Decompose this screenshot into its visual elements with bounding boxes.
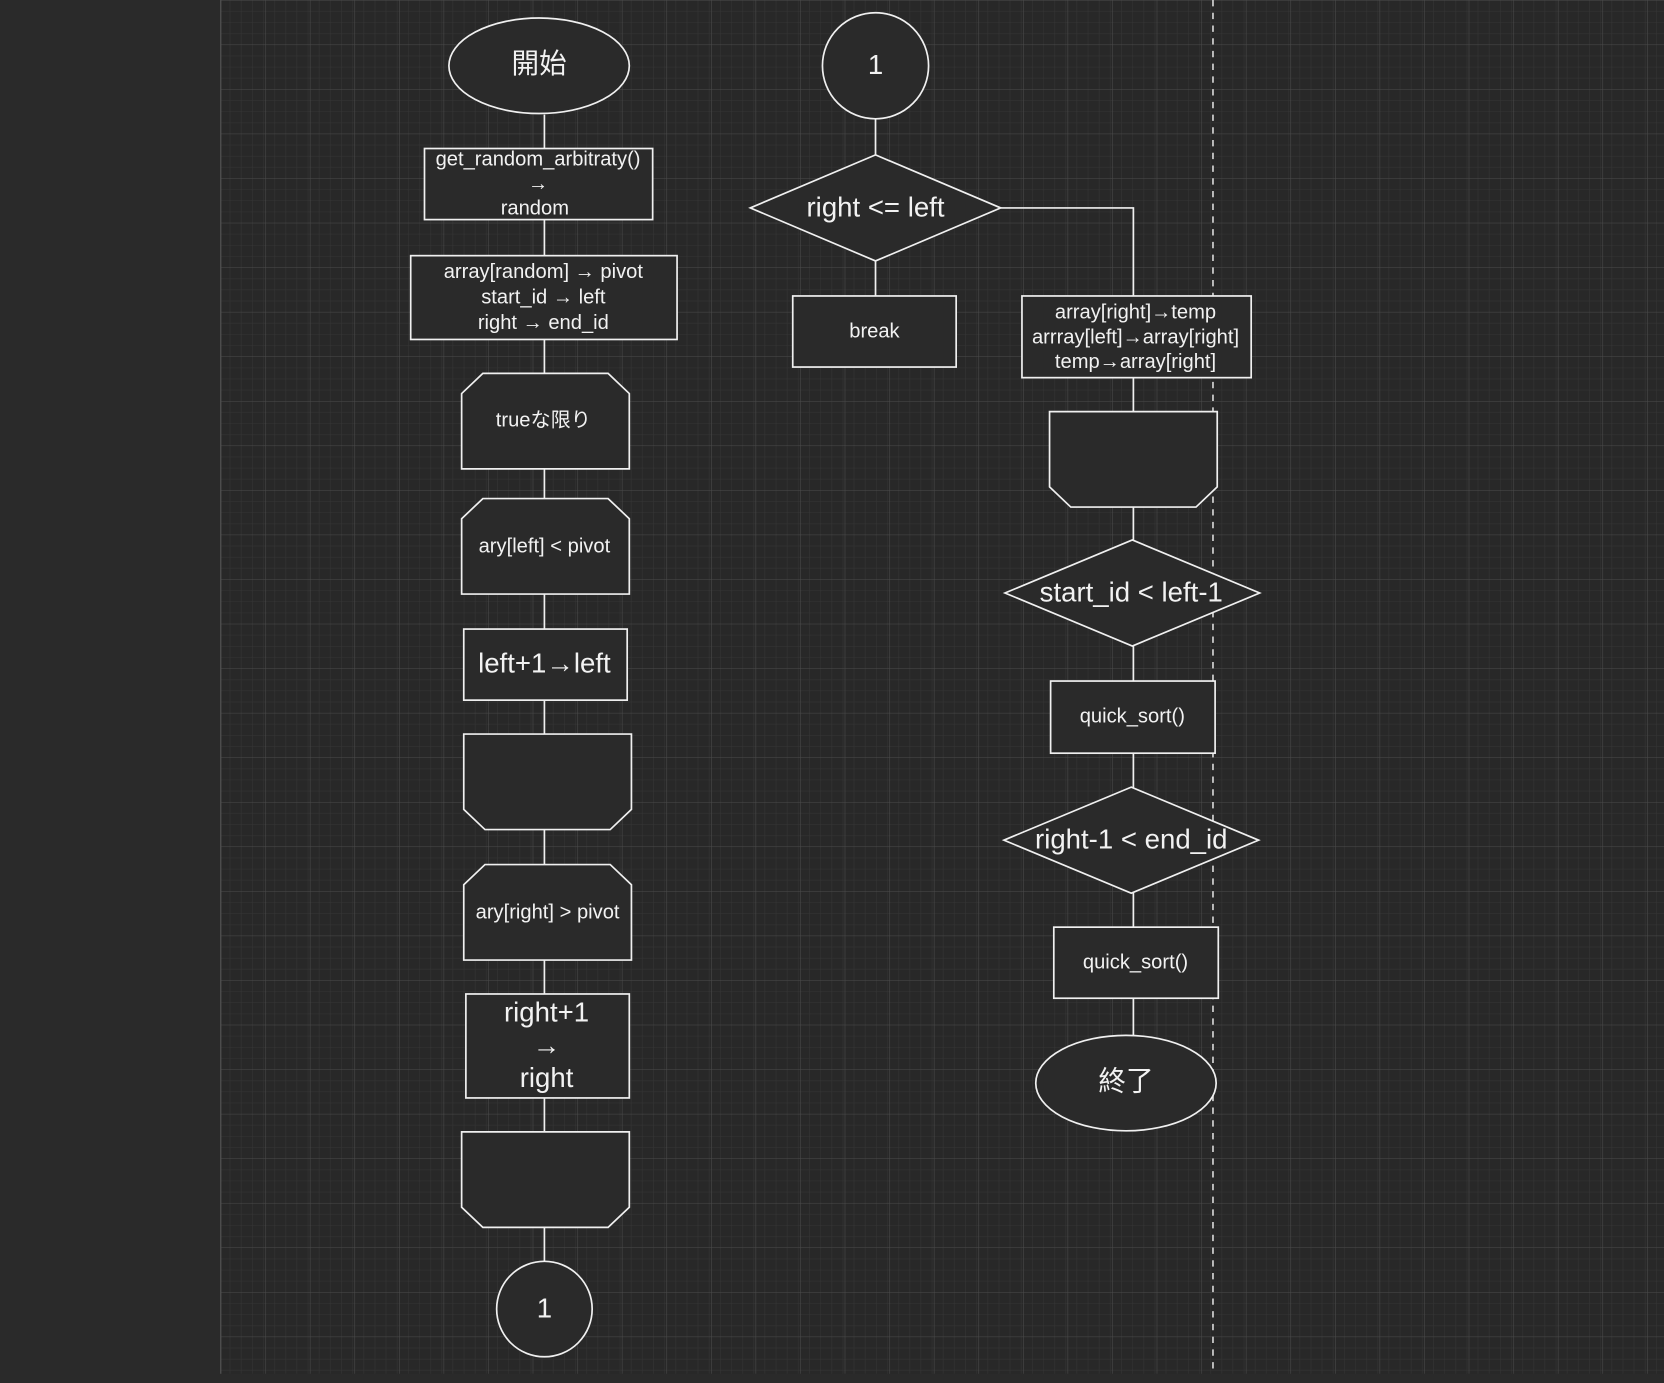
- process-line: array[right]→temp: [1055, 301, 1216, 323]
- process-label: quick_sort(): [1083, 952, 1188, 974]
- end-terminal[interactable]: 終了: [1034, 1034, 1218, 1132]
- loop-end-left[interactable]: [462, 733, 633, 831]
- loop-start-right[interactable]: ary[right] > pivot: [462, 863, 633, 961]
- loop-start-true[interactable]: trueな限り: [460, 372, 631, 470]
- decision-label: right-1 < end_id: [1035, 824, 1227, 855]
- process-left-increment[interactable]: left+1→left: [462, 628, 629, 701]
- loop-label: ary[right] > pivot: [476, 902, 620, 924]
- process-line: right+1: [504, 996, 589, 1027]
- process-label: left+1→left: [478, 647, 611, 678]
- process-swap[interactable]: array[right]→temp arrray[left]→array[rig…: [1021, 295, 1253, 379]
- process-line: right: [520, 1062, 574, 1093]
- process-label: quick_sort(): [1080, 705, 1185, 727]
- process-line: start_id → left: [481, 286, 606, 308]
- process-break[interactable]: break: [791, 295, 958, 368]
- end-label: 終了: [1098, 1065, 1153, 1096]
- process-line: array[random] → pivot: [444, 261, 644, 283]
- flowchart-canvas[interactable]: 開始 get_random_arbitraty() → random array…: [0, 0, 1664, 1378]
- loop-label: ary[left] < pivot: [479, 536, 611, 558]
- start-terminal[interactable]: 開始: [448, 17, 631, 115]
- process-quick-sort-1[interactable]: quick_sort(): [1049, 680, 1216, 755]
- process-line: right → end_id: [478, 312, 609, 334]
- process-line: arrray[left]→array[right]: [1032, 327, 1239, 349]
- loop-end-outer[interactable]: [1048, 410, 1219, 508]
- process-get-random[interactable]: get_random_arbitraty() → random: [423, 147, 654, 221]
- process-line: temp→array[right]: [1055, 351, 1216, 373]
- connector-label: 1: [537, 1292, 552, 1323]
- decision-label: right <= left: [807, 191, 945, 222]
- loop-start-left[interactable]: ary[left] < pivot: [460, 497, 631, 595]
- process-line: →: [528, 173, 548, 195]
- loop-label: trueな限り: [496, 408, 591, 431]
- decision-label: start_id < left-1: [1040, 576, 1223, 607]
- process-line: →: [533, 1029, 561, 1060]
- start-label: 開始: [512, 48, 567, 79]
- process-line: random: [501, 197, 569, 219]
- connector-out[interactable]: 1: [495, 1260, 594, 1358]
- process-init[interactable]: array[random] → pivot start_id → left ri…: [409, 254, 678, 341]
- process-right-increment[interactable]: right+1 → right: [465, 993, 631, 1099]
- process-line: get_random_arbitraty(): [436, 149, 641, 171]
- connector-label: 1: [868, 49, 883, 80]
- process-label: break: [849, 320, 900, 342]
- diagram-editor: 開始 get_random_arbitraty() → random array…: [0, 0, 1664, 1378]
- left-panel: [0, 0, 221, 1378]
- connector-in[interactable]: 1: [821, 11, 930, 120]
- process-quick-sort-2[interactable]: quick_sort(): [1052, 926, 1220, 1000]
- loop-end-true[interactable]: [460, 1131, 631, 1229]
